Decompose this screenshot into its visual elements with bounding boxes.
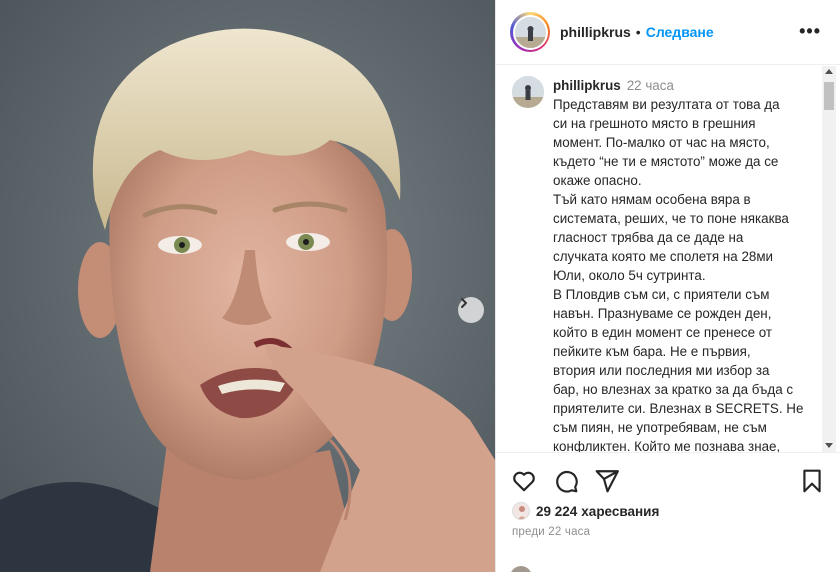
post-timestamp: преди 22 часа xyxy=(512,526,591,538)
comment-icon[interactable] xyxy=(553,468,579,494)
post-side-panel: phillipkrus • Следване ••• phillipkrus 22… xyxy=(495,0,840,572)
caption-line: Тъй като нямам особена вяра в xyxy=(553,192,751,207)
caption-line: окаже опасно. xyxy=(553,173,642,188)
likes-label: харесвания xyxy=(581,503,660,519)
follow-button[interactable]: Следване xyxy=(646,24,714,40)
caption-line: В Пловдив съм си, с приятели съм xyxy=(553,287,770,302)
caption-line: момент. По-малко от час на място, xyxy=(553,135,770,150)
caption-line: съм пиян, не употребявам, не съм xyxy=(553,420,767,435)
post-header: phillipkrus • Следване ••• xyxy=(496,0,840,65)
caption-line: приятелите си. Влезнах в SECRETS. Не xyxy=(553,401,804,416)
more-options-icon[interactable]: ••• xyxy=(799,21,821,42)
post-photo[interactable] xyxy=(0,0,495,572)
caption-line: системата, реших, че то поне някаква xyxy=(553,211,789,226)
caption-username[interactable]: phillipkrus xyxy=(553,78,621,93)
caption-line: навън. Празнуваме се рожден ден, xyxy=(553,306,772,321)
separator-dot: • xyxy=(635,24,641,40)
header-username[interactable]: phillipkrus xyxy=(560,24,631,40)
caption-line: Представям ви резултата от това да xyxy=(553,97,780,112)
chevron-right-icon xyxy=(461,298,467,308)
avatar[interactable] xyxy=(510,12,550,52)
next-photo-button[interactable] xyxy=(458,297,484,323)
caption-line: който в един момент се пренесе от xyxy=(553,325,773,340)
caption-text: phillipkrus 22 часа Представям ви резулта… xyxy=(553,76,821,452)
avatar-image xyxy=(518,506,526,519)
caption-line: случката която ме сполетя на 28ми xyxy=(553,249,774,264)
caption-area: phillipkrus 22 часа Представям ви резулта… xyxy=(496,66,840,452)
caption-line: където “не ти е мястото” може да се xyxy=(553,154,779,169)
caption-scrollbar[interactable] xyxy=(822,66,836,452)
scroll-up-icon[interactable] xyxy=(825,69,833,74)
portrait-image xyxy=(0,28,495,572)
share-icon[interactable] xyxy=(594,468,620,494)
caption-line: втория или последния ми избор за xyxy=(553,363,770,378)
heart-icon[interactable] xyxy=(511,468,537,494)
caption-line: си на грешното място в грешния xyxy=(553,116,756,131)
caption-line: конфликтен. Който ме познава знае, xyxy=(553,439,781,452)
caption-avatar[interactable] xyxy=(512,76,544,108)
caption-line: бар, но влезнах за кратко за да бъда с xyxy=(553,382,794,397)
caption-time: 22 часа xyxy=(626,78,674,93)
caption-line: гласност трябва да се даде на xyxy=(553,230,744,245)
caption-line: Юли, около 5ч сутринта. xyxy=(553,268,706,283)
avatar-image xyxy=(512,76,544,108)
liker-avatar xyxy=(512,502,530,520)
scroll-down-icon[interactable] xyxy=(825,443,833,448)
avatar-image xyxy=(514,16,546,48)
scrollbar-thumb[interactable] xyxy=(824,82,834,110)
caption-line: пейките към бара. Не е първия, xyxy=(553,344,751,359)
bookmark-icon[interactable] xyxy=(799,468,825,494)
likes-row[interactable]: 29 224 харесвания xyxy=(512,502,659,520)
likes-count: 29 224 xyxy=(536,503,578,519)
